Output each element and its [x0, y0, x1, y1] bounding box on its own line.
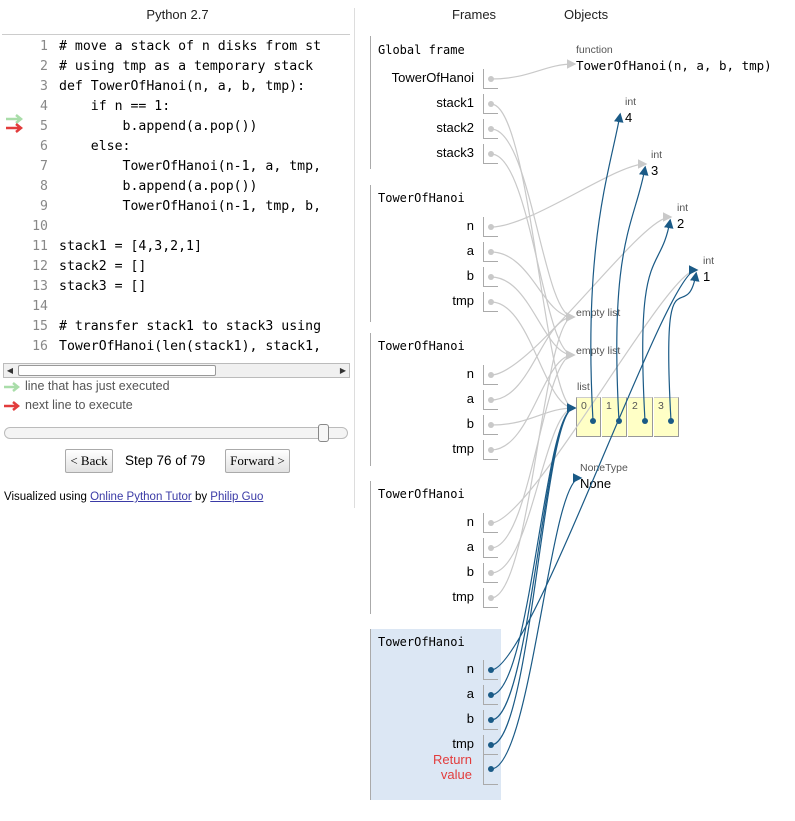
pointer-arrow-inactive	[490, 59, 577, 80]
list-element-pointer	[642, 218, 674, 422]
list-element-pointer	[668, 271, 700, 422]
pointer-arrow-active	[490, 265, 699, 671]
pointer-arrow-inactive	[490, 312, 576, 599]
pointer-arrows	[488, 59, 700, 772]
pointer-arrow-inactive	[490, 159, 648, 228]
list-element-pointer	[616, 165, 649, 422]
pointer-arrow-active	[490, 473, 583, 770]
pointer-arrow-inactive	[490, 128, 576, 322]
pointer-arrow-inactive	[490, 403, 577, 426]
pointer-arrow-inactive	[490, 265, 699, 524]
pointer-arrow-inactive	[490, 350, 576, 451]
pointer-arrow-inactive	[490, 103, 577, 413]
pointer-arrow-active	[490, 403, 577, 721]
pointer-arrow-inactive	[490, 403, 577, 574]
list-element-pointer	[590, 112, 624, 422]
pointer-arrow-inactive	[490, 251, 576, 322]
pointer-arrow-inactive	[490, 301, 577, 413]
